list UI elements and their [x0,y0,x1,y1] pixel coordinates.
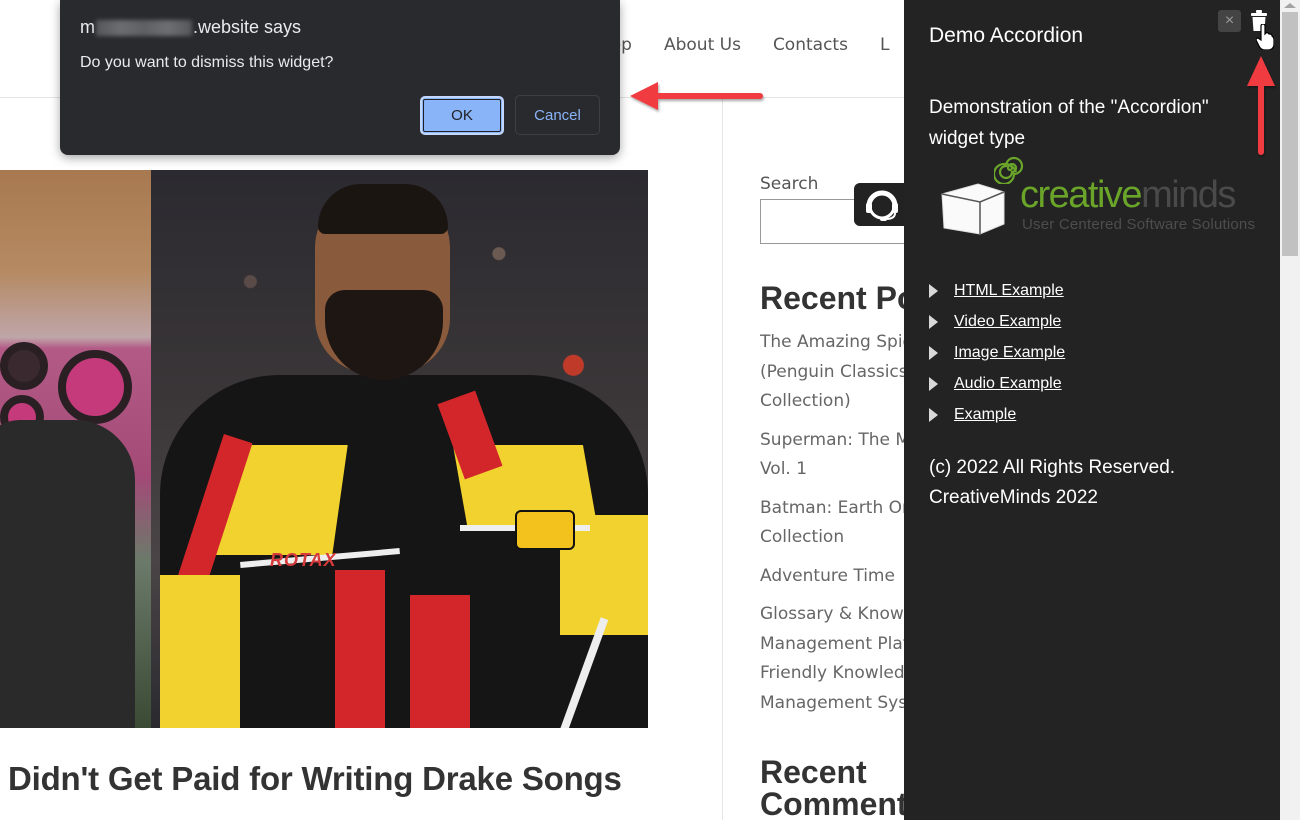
speaker-graphic [58,350,132,424]
headset-icon [866,190,898,221]
accordion-item[interactable]: HTML Example [929,276,1065,307]
content-sidebar-divider [722,98,723,820]
expand-triangle-icon [929,315,938,330]
hand-cursor-icon [1256,24,1274,50]
close-icon: × [1224,12,1235,29]
expand-triangle-icon [929,407,938,422]
search-label: Search [760,174,819,194]
logo-tagline: User Centered Software Solutions [1022,216,1256,233]
nav-item-contacts[interactable]: Contacts [773,35,848,55]
accordion-item-link[interactable]: Image Example [954,344,1065,362]
recent-comments-heading-line: Comments [760,786,926,820]
expand-triangle-icon [929,284,938,299]
recent-comments-heading: Recent Comments [760,756,925,820]
hero-left-person [0,420,135,728]
creativeminds-logo: creativeminds User Centered Software Sol… [934,152,1259,242]
widget-footer: (c) 2022 All Rights Reserved. CreativeMi… [929,453,1175,513]
nav-item-more[interactable]: L [880,35,889,55]
cancel-button[interactable]: Cancel [515,95,600,135]
annotation-arrow-left-icon [630,82,763,110]
accordion-item[interactable]: Image Example [929,338,1065,369]
accordion-item[interactable]: Audio Example [929,368,1065,399]
nav-item-about-us[interactable]: About Us [664,35,741,55]
recent-comments-heading-line: Recent [760,754,867,790]
post-title[interactable]: Didn't Get Paid for Writing Drake Songs [8,760,622,798]
main-nav: hop About Us Contacts L [600,35,921,55]
ok-button[interactable]: OK [420,96,504,135]
hero-left-panel [0,170,151,728]
logo-brand-gray: minds [1141,174,1236,216]
speaker-graphic [0,342,48,390]
scroll-up-arrow-icon[interactable] [1284,3,1296,8]
logo-brand-green: creative [1020,174,1143,216]
page-scrollbar[interactable] [1280,0,1300,820]
accordion-item-link[interactable]: Example [954,406,1016,424]
annotation-arrow-up-icon [1247,56,1275,155]
widget-description: Demonstration of the "Accordion" widget … [929,97,1209,149]
accordion-widget-panel: Demo Accordion × Demonstration of the "A… [904,0,1280,820]
expand-triangle-icon [929,345,938,360]
hero-hair [318,184,448,234]
dialog-origin-suffix: .website says [193,17,302,37]
expand-triangle-icon [929,376,938,391]
accordion-list: HTML Example Video Example Image Example… [929,276,1065,430]
dialog-origin-prefix: m [80,17,95,37]
widget-title: Demo Accordion [929,24,1084,47]
widget-close-button[interactable]: × [1218,10,1241,32]
dialog-message: Do you want to dismiss this widget? [80,54,334,71]
hero-jacket: ROTAX [160,375,648,728]
jacket-patch [515,510,575,550]
brand-line: CreativeMinds 2022 [929,487,1098,508]
accordion-item-link[interactable]: Audio Example [954,375,1062,393]
confirm-dialog: m .website says Do you want to dismiss th… [60,0,620,155]
cube-logo-icon [941,183,1005,235]
copyright-line: (c) 2022 All Rights Reserved. [929,457,1176,478]
scrollbar-thumb[interactable] [1282,12,1298,256]
article-hero-image[interactable]: ROTAX [0,170,648,728]
accordion-item[interactable]: Video Example [929,307,1065,338]
jacket-logo-text: ROTAX [270,550,337,570]
support-chat-button[interactable] [854,183,910,226]
logo-brand-text: creativeminds [1020,174,1236,217]
redacted-domain [96,19,192,36]
accordion-item-link[interactable]: HTML Example [954,282,1064,300]
accordion-item[interactable]: Example [929,399,1065,430]
accordion-item-link[interactable]: Video Example [954,313,1061,331]
dialog-origin: m .website says [80,17,301,38]
